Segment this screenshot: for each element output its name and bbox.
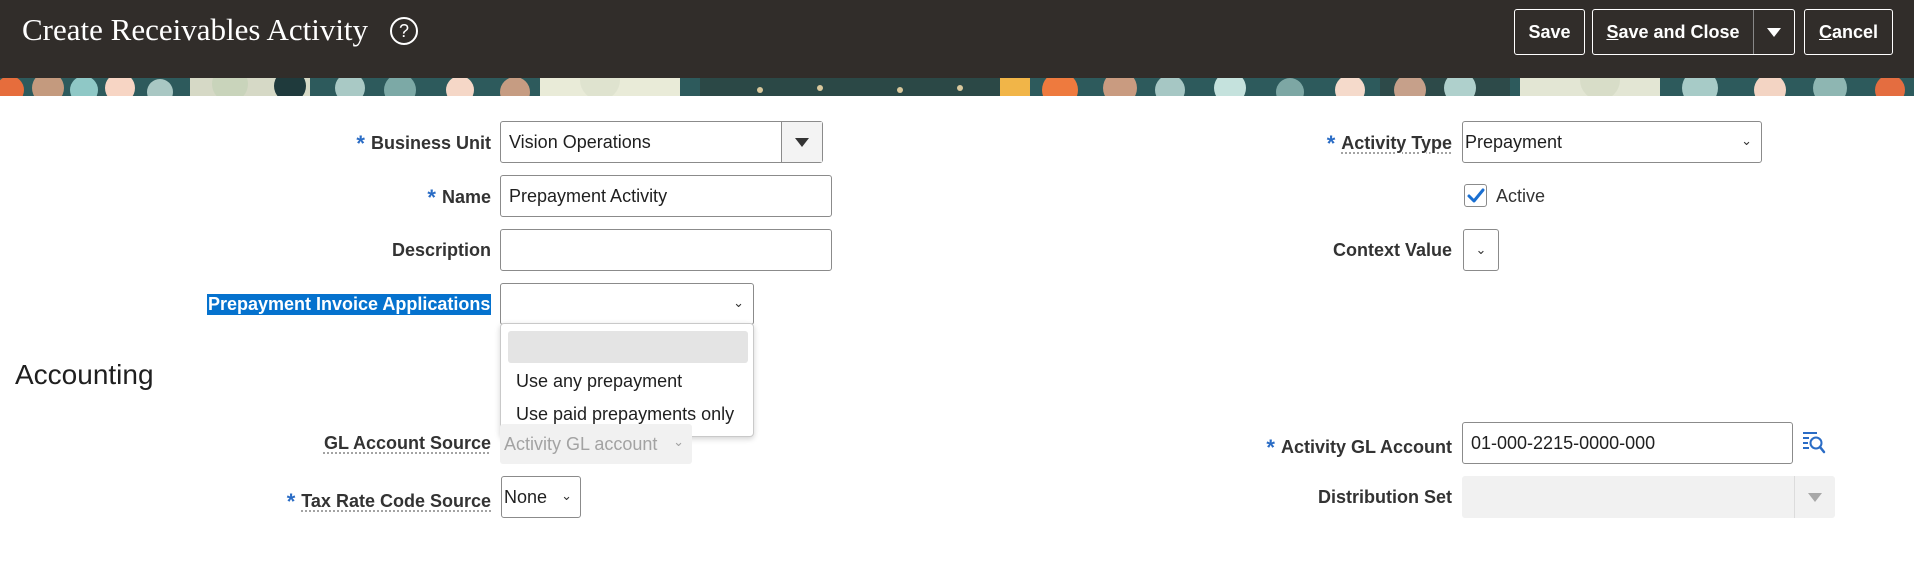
listbox-option-use-any-prepayment[interactable]: Use any prepayment (516, 371, 682, 392)
business-unit-value: Vision Operations (509, 131, 651, 152)
active-label: Active (1496, 186, 1546, 206)
prepayment-invoice-applications-select[interactable]: ⌄ (500, 283, 754, 325)
context-value-label: Context Value (1332, 240, 1452, 260)
page-title: Create Receivables Activity (22, 12, 369, 47)
checkmark-icon (1467, 188, 1485, 203)
chevron-down-icon: ⌄ (733, 295, 744, 310)
listbox-option-use-paid-prepayments-only[interactable]: Use paid prepayments only (516, 404, 734, 425)
distribution-set-select (1462, 476, 1835, 518)
save-button[interactable]: Save (1514, 9, 1585, 55)
required-indicator: * (1326, 131, 1336, 156)
activity-type-select[interactable]: Prepayment ⌄ (1462, 121, 1762, 163)
required-indicator: * (356, 131, 365, 156)
tax-rate-code-source-value: None (504, 486, 548, 507)
chevron-down-icon: ⌄ (1741, 133, 1752, 148)
chevron-down-icon: ⌄ (1475, 242, 1487, 257)
gl-account-source-label: GL Account Source (323, 433, 491, 453)
save-and-close-button[interactable]: Save and Close (1592, 9, 1795, 55)
cancel-button[interactable]: Cancel (1804, 9, 1893, 55)
required-indicator: * (1266, 435, 1275, 460)
chevron-down-icon: ⌄ (673, 434, 684, 449)
save-and-close-label: Save and Close (1606, 21, 1740, 42)
chevron-down-icon[interactable] (781, 122, 822, 162)
account-search-icon[interactable] (1802, 430, 1826, 456)
gl-account-source-select: Activity GL account ⌄ (500, 424, 692, 464)
required-indicator: * (427, 185, 436, 210)
activity-type-value: Prepayment (1465, 131, 1563, 152)
chevron-down-icon: ⌄ (561, 488, 572, 503)
chevron-down-icon (1794, 476, 1835, 518)
activity-gl-account-value: 01-000-2215-0000-000 (1471, 432, 1656, 453)
decorative-banner (0, 78, 1914, 96)
distribution-set-label: Distribution Set (1318, 487, 1452, 507)
accounting-section-title: Accounting (15, 359, 154, 390)
context-value-select[interactable]: ⌄ (1463, 229, 1499, 271)
save-button-label: Save (1528, 21, 1571, 42)
activity-type-label: * Activity Type (1326, 131, 1452, 156)
help-circle-icon[interactable]: ? (390, 17, 418, 45)
activity-gl-account-label: * Activity GL Account (1266, 435, 1452, 460)
name-label: * Name (427, 185, 491, 210)
listbox-option-blank[interactable] (508, 331, 748, 363)
tax-rate-code-source-label: * Tax Rate Code Source (286, 489, 491, 514)
cancel-button-label: Cancel (1818, 21, 1879, 42)
description-label: Description (391, 240, 491, 260)
description-input[interactable] (500, 229, 832, 271)
required-indicator: * (286, 489, 296, 514)
tax-rate-code-source-select[interactable]: None ⌄ (501, 476, 581, 518)
active-checkbox[interactable] (1464, 184, 1487, 207)
name-value: Prepayment Activity (509, 185, 668, 206)
business-unit-label: * Business Unit (356, 131, 491, 156)
business-unit-select[interactable]: Vision Operations (500, 121, 823, 163)
save-menu-caret-icon[interactable] (1753, 10, 1795, 54)
page-header: Create Receivables Activity ? Save Save … (0, 0, 1914, 78)
activity-gl-account-input[interactable]: 01-000-2215-0000-000 (1462, 422, 1793, 464)
name-input[interactable]: Prepayment Activity (500, 175, 832, 217)
gl-account-source-value: Activity GL account (504, 433, 658, 454)
prepayment-invoice-applications-label: Prepayment Invoice Applications (207, 294, 492, 315)
prepayment-options-listbox: Use any prepayment Use paid prepayments … (500, 323, 754, 437)
